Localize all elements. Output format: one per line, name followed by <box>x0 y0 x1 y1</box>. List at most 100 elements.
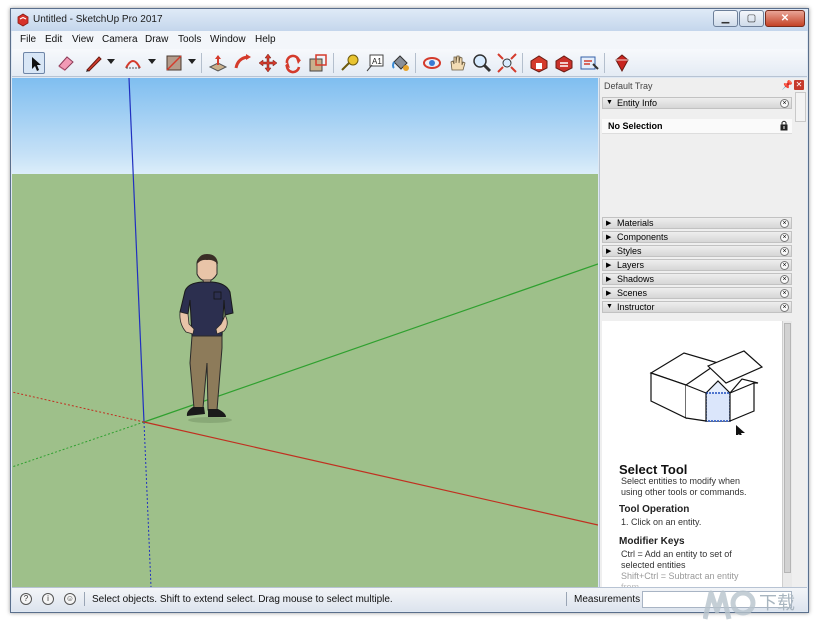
tape-measure-tool-button[interactable] <box>339 52 361 74</box>
person-figure <box>179 254 234 423</box>
toolbar-separator <box>604 53 605 73</box>
tray-scrollbar[interactable] <box>795 92 806 122</box>
instructor-description-line: Select entities to modify when <box>621 476 741 486</box>
layout-icon <box>580 56 599 70</box>
close-button[interactable]: ✕ <box>765 10 805 27</box>
sketchup-logo-icon <box>17 13 29 27</box>
modifier-key-line: selected entities <box>621 560 686 570</box>
ruby-icon <box>615 54 629 73</box>
menu-view[interactable]: View <box>72 34 94 45</box>
toolbar-separator <box>522 53 523 73</box>
watermark-text: 下载 <box>759 593 795 614</box>
menu-camera[interactable]: Camera <box>102 34 138 45</box>
red-axis-negative <box>12 391 145 423</box>
red-axis <box>143 421 598 526</box>
eraser-tool-button[interactable] <box>55 52 77 74</box>
measurements-label: Measurements <box>574 594 641 605</box>
menu-draw[interactable]: Draw <box>145 34 168 45</box>
zoom-icon <box>473 54 492 73</box>
line-dropdown-arrow-icon[interactable] <box>107 59 115 64</box>
paint-bucket-icon <box>392 55 409 71</box>
pin-icon[interactable]: 📌 <box>782 80 793 91</box>
panel-close-icon[interactable]: × <box>780 303 789 312</box>
entity-info-content: No Selection <box>602 119 792 134</box>
panel-label: Entity Info <box>617 98 658 108</box>
line-tool-button[interactable] <box>83 52 105 74</box>
arc-dropdown-arrow-icon[interactable] <box>148 59 156 64</box>
select-tool-button[interactable] <box>23 52 45 74</box>
panel-scenes[interactable]: ▶ Scenes × <box>602 287 792 299</box>
scale-icon <box>309 54 327 72</box>
warehouse-icon <box>530 55 548 73</box>
push-pull-icon <box>208 55 228 72</box>
menu-file[interactable]: File <box>20 34 36 45</box>
collapsed-triangle-icon: ▶ <box>606 220 612 227</box>
move-tool-button[interactable] <box>257 52 279 74</box>
menu-edit[interactable]: Edit <box>45 34 62 45</box>
toolbar-separator <box>201 53 202 73</box>
arc-tool-button[interactable] <box>122 52 144 74</box>
scrollbar-thumb[interactable] <box>784 323 791 573</box>
panel-styles[interactable]: ▶ Styles × <box>602 245 792 257</box>
tape-measure-icon <box>341 54 359 71</box>
move-icon <box>258 53 278 73</box>
blue-axis-negative <box>143 421 152 587</box>
panel-close-icon[interactable]: × <box>780 275 789 284</box>
panel-shadows[interactable]: ▶ Shadows × <box>602 273 792 285</box>
send-to-layout-button[interactable] <box>578 52 600 74</box>
rotate-tool-button[interactable] <box>282 52 304 74</box>
shape-tool-button[interactable] <box>163 52 185 74</box>
modifier-key-line: Shift+Ctrl = Subtract an entity <box>621 571 739 581</box>
follow-me-icon <box>234 54 251 69</box>
panel-close-icon[interactable]: × <box>780 261 789 270</box>
text-icon: A1 <box>366 54 384 72</box>
menu-window[interactable]: Window <box>210 34 246 45</box>
maximize-button[interactable]: ▢ <box>739 10 764 27</box>
axes-and-figure <box>12 78 598 587</box>
shape-dropdown-arrow-icon[interactable] <box>188 59 196 64</box>
collapsed-triangle-icon: ▶ <box>606 290 612 297</box>
zoom-tool-button[interactable] <box>471 52 493 74</box>
title-bar[interactable]: Untitled - SketchUp Pro 2017 ▁ ▢ ✕ <box>11 9 808 31</box>
paint-bucket-tool-button[interactable] <box>389 52 411 74</box>
user-account-icon[interactable]: ☺ <box>64 593 76 605</box>
text-tool-button[interactable]: A1 <box>364 52 386 74</box>
menu-help[interactable]: Help <box>255 34 276 45</box>
collapsed-triangle-icon: ▶ <box>606 234 612 241</box>
pan-tool-button[interactable] <box>446 52 468 74</box>
panel-materials[interactable]: ▶ Materials × <box>602 217 792 229</box>
tray-close-icon[interactable]: ✕ <box>794 80 804 90</box>
selection-status: No Selection <box>608 121 663 131</box>
instructor-scrollbar[interactable] <box>782 321 792 587</box>
panel-close-icon[interactable]: × <box>780 219 789 228</box>
pan-icon <box>450 55 466 71</box>
orbit-tool-button[interactable] <box>421 52 443 74</box>
menu-bar: File Edit View Camera Draw Tools Window … <box>12 31 807 49</box>
modeling-viewport[interactable] <box>12 78 598 587</box>
panel-entity-info[interactable]: ▼ Entity Info × <box>602 97 792 109</box>
zoom-extents-tool-button[interactable] <box>496 52 518 74</box>
panel-layers[interactable]: ▶ Layers × <box>602 259 792 271</box>
panel-label: Components <box>617 232 669 242</box>
panel-close-icon[interactable]: × <box>780 247 789 256</box>
panel-close-icon[interactable]: × <box>780 289 789 298</box>
credits-icon[interactable]: i <box>42 593 54 605</box>
extension-warehouse-button[interactable] <box>553 52 575 74</box>
rectangle-icon <box>166 55 182 71</box>
follow-me-tool-button[interactable] <box>232 52 254 74</box>
panel-close-icon[interactable]: × <box>780 99 789 108</box>
push-pull-tool-button[interactable] <box>207 52 229 74</box>
panel-instructor[interactable]: ▼ Instructor × <box>602 301 792 313</box>
panel-components[interactable]: ▶ Components × <box>602 231 792 243</box>
default-tray: Default Tray 📌 ✕ ▼ Entity Info × No Sele… <box>599 78 807 587</box>
scale-tool-button[interactable] <box>307 52 329 74</box>
collapsed-triangle-icon: ▶ <box>606 262 612 269</box>
menu-tools[interactable]: Tools <box>178 34 201 45</box>
3d-warehouse-button[interactable] <box>528 52 550 74</box>
panel-close-icon[interactable]: × <box>780 233 789 242</box>
minimize-button[interactable]: ▁ <box>713 10 738 27</box>
geo-location-icon[interactable]: ? <box>20 593 32 605</box>
lock-icon[interactable] <box>780 120 788 131</box>
ruby-extension-button[interactable] <box>611 52 633 74</box>
blue-axis <box>128 78 145 423</box>
